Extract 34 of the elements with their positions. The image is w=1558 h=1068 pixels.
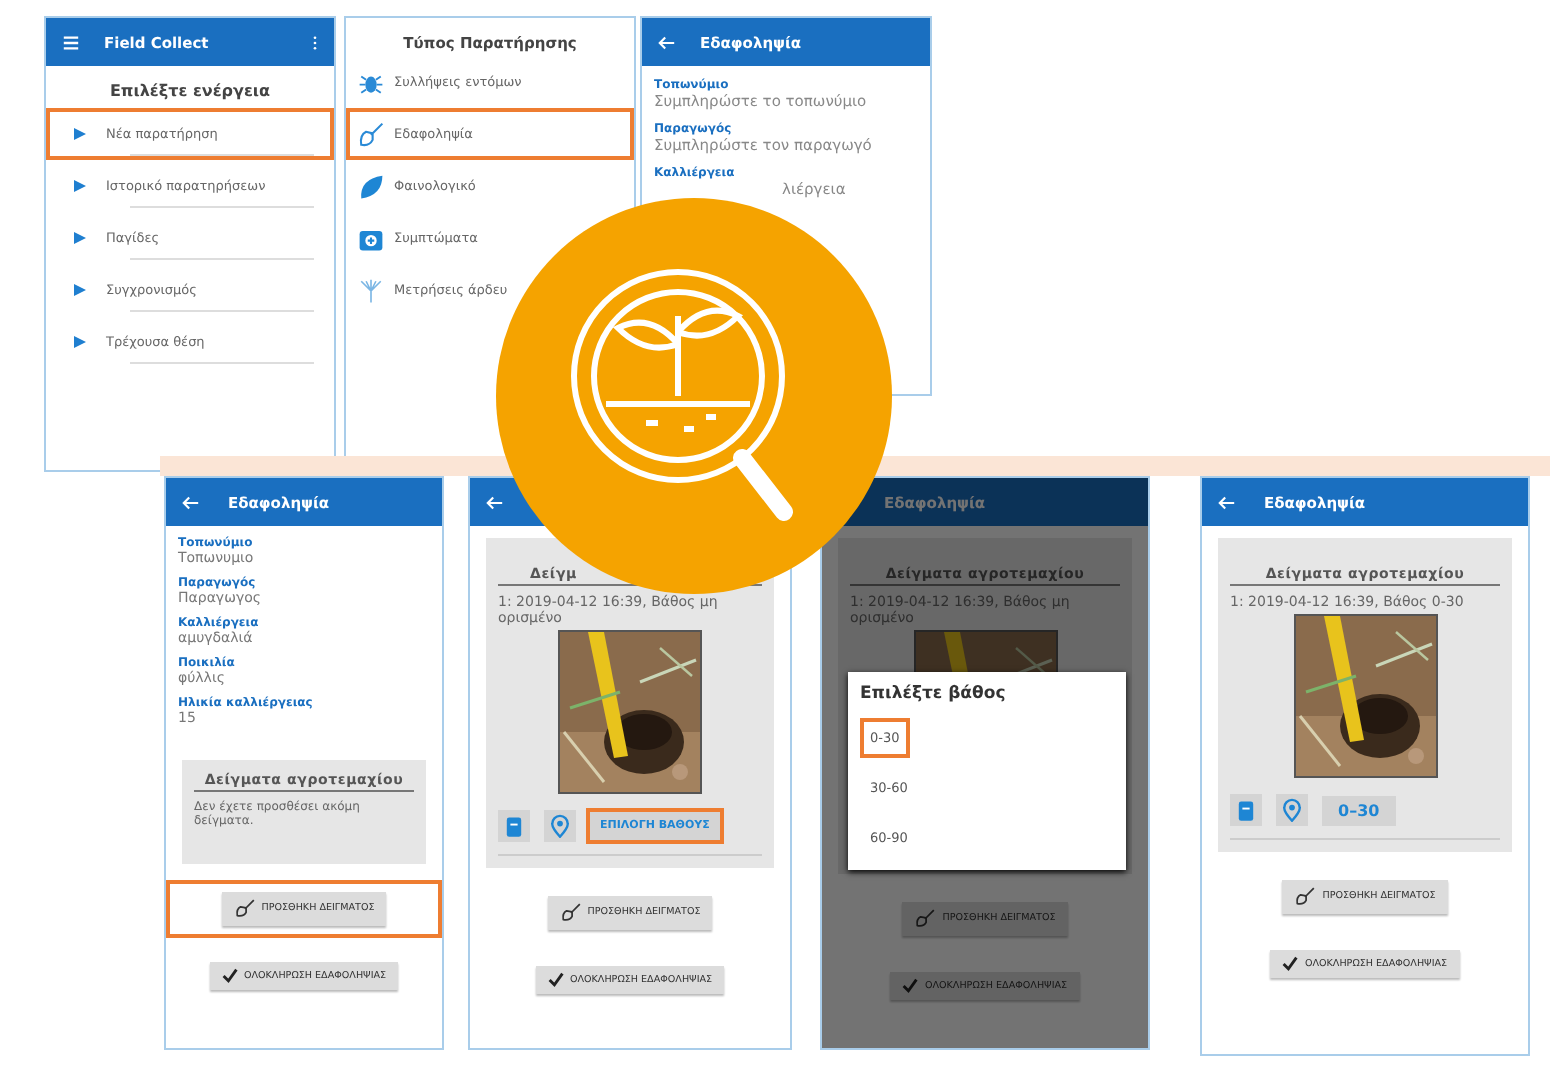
shovel-icon [1294, 886, 1317, 908]
back-arrow-icon[interactable] [486, 493, 504, 511]
delete-button[interactable] [1230, 794, 1262, 826]
check-icon [902, 978, 919, 994]
shovel-icon [914, 908, 937, 930]
trash-icon [1234, 798, 1258, 822]
check-icon [547, 972, 564, 988]
back-arrow-icon[interactable] [1218, 493, 1236, 511]
play-arrow-icon [74, 284, 86, 296]
medical-kit-icon [358, 225, 384, 251]
shovel-icon [233, 898, 256, 920]
play-arrow-icon [74, 128, 86, 140]
back-arrow-icon[interactable] [658, 33, 676, 51]
back-arrow-icon[interactable] [182, 493, 200, 511]
menu-icon[interactable] [62, 33, 80, 51]
shovel-icon [358, 121, 384, 147]
play-arrow-icon [74, 336, 86, 348]
sprinkler-icon [358, 277, 384, 303]
trash-icon [502, 814, 526, 838]
leaf-icon [358, 173, 384, 199]
dialog-title: Επιλέξτε βάθος [860, 684, 1008, 704]
location-pin-icon [548, 814, 572, 838]
check-icon [1282, 956, 1299, 972]
shovel-icon [559, 902, 582, 924]
delete-button[interactable] [498, 810, 530, 842]
location-button[interactable] [544, 810, 576, 842]
play-arrow-icon [74, 180, 86, 192]
plant-magnifier-icon [571, 269, 793, 521]
more-options-icon[interactable] [312, 33, 318, 51]
check-icon [221, 968, 238, 984]
play-arrow-icon [74, 232, 86, 244]
location-button[interactable] [1276, 794, 1308, 826]
location-pin-icon [1280, 798, 1304, 822]
section-heading: Επιλέξτε ενέργεια [107, 82, 273, 100]
